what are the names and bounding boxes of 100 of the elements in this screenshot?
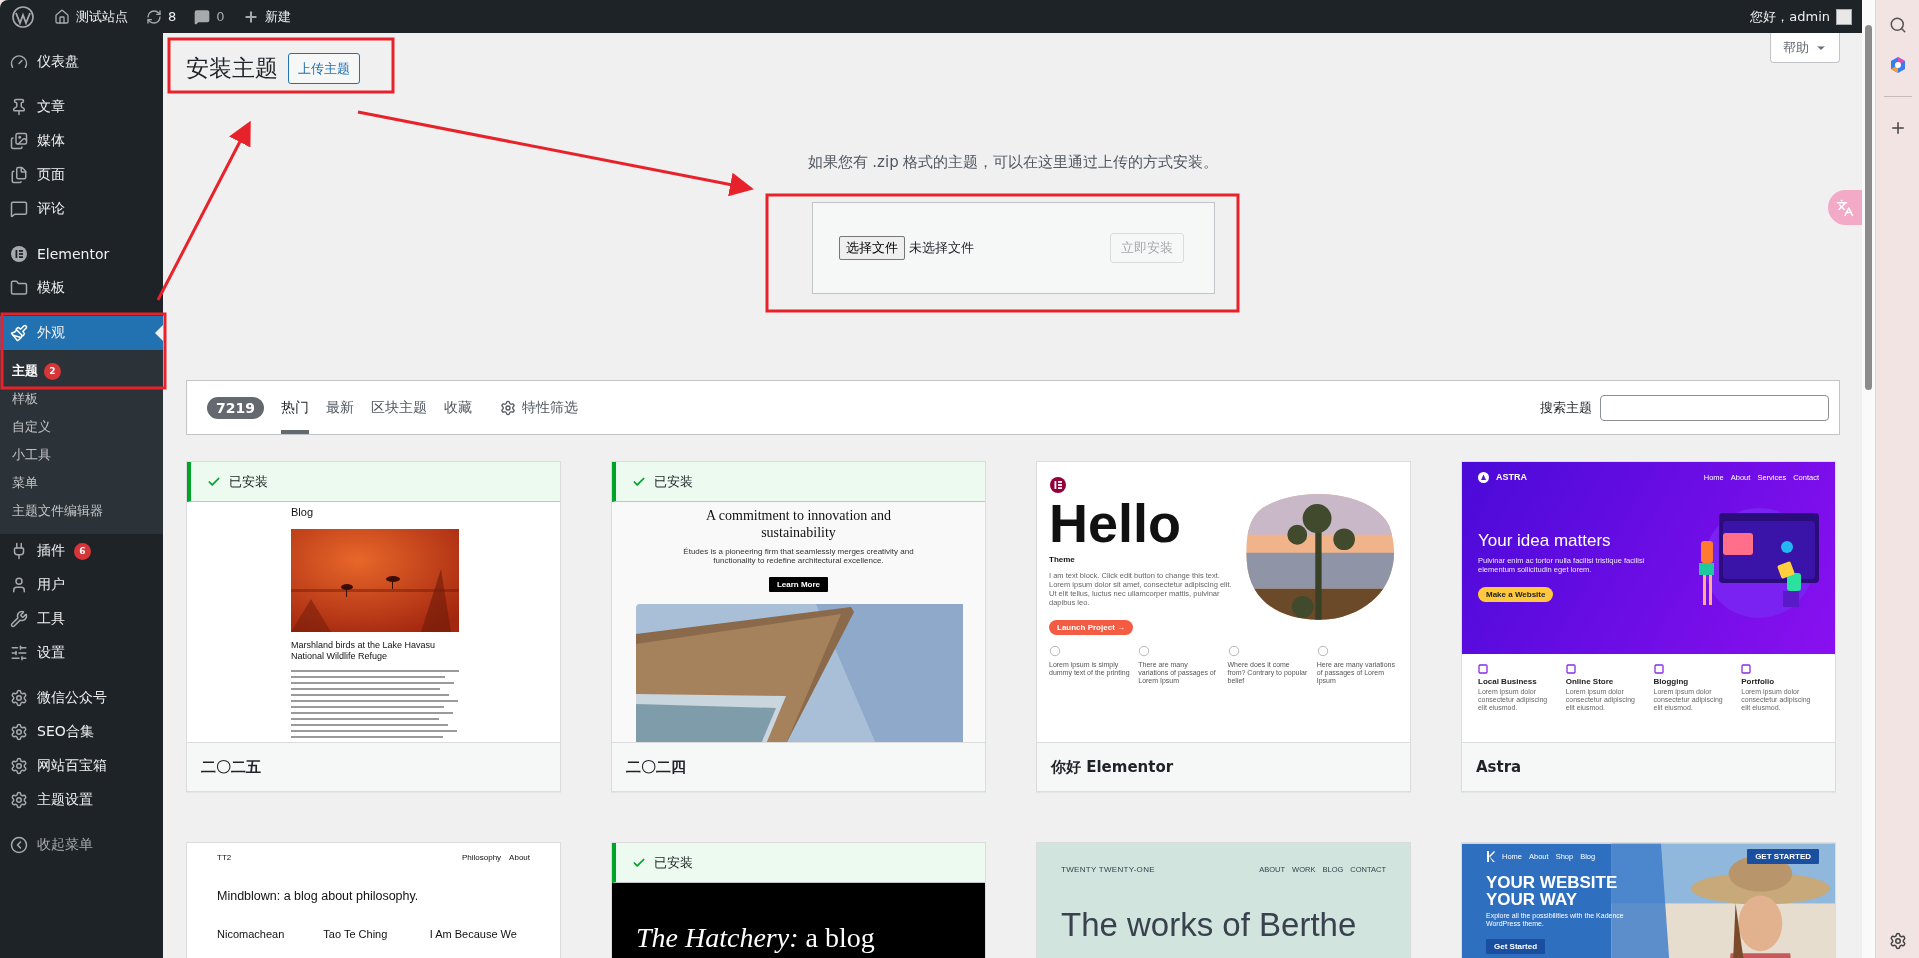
filter-tab[interactable]: 最新 bbox=[325, 381, 354, 434]
submenu-item[interactable]: 主题 2 bbox=[0, 357, 163, 385]
theme-card[interactable] bbox=[1036, 461, 1411, 792]
feature-icon bbox=[1049, 644, 1061, 657]
theme-card[interactable] bbox=[1461, 461, 1836, 792]
preview-logo: TT2 bbox=[217, 853, 232, 863]
folder-icon bbox=[10, 279, 28, 297]
sidebar-item[interactable]: 工具 bbox=[0, 602, 163, 636]
feature-icon bbox=[1478, 664, 1488, 674]
images-icon bbox=[10, 132, 28, 150]
sidebar-item[interactable]: 微信公众号 bbox=[0, 681, 163, 715]
preview-heading: YOUR WEBSITE YOUR WAY bbox=[1486, 874, 1619, 908]
upload-theme-button[interactable]: 上传主题 bbox=[288, 53, 360, 84]
gear-icon bbox=[499, 399, 516, 416]
preview-button: GET STARTED bbox=[1747, 849, 1819, 864]
theme-name: 二〇二四 bbox=[612, 742, 985, 791]
theme-name: 二〇二五 bbox=[187, 742, 560, 791]
greeting-link[interactable]: 您好，admin bbox=[1750, 7, 1830, 26]
search-field[interactable] bbox=[1600, 394, 1829, 421]
sidebar-item[interactable]: 插件 6 bbox=[0, 534, 163, 568]
choose-file-button[interactable]: 选择文件 bbox=[838, 236, 905, 260]
sidebar-item[interactable]: 评论 bbox=[0, 192, 163, 226]
theme-card[interactable]: Blog Marshland birds at the Lake Havasu National Wildlife Refuge 已安装 二〇二五 bbox=[186, 461, 561, 792]
site-name-link[interactable]: 测试站点 bbox=[54, 7, 128, 26]
search-label: 搜索主题 bbox=[1540, 398, 1592, 417]
sidebar-item[interactable]: 文章 bbox=[0, 90, 163, 124]
sidebar-item[interactable]: 主题设置 bbox=[0, 783, 163, 817]
comment-icon bbox=[10, 200, 28, 218]
submenu-item[interactable]: 小工具 bbox=[0, 441, 163, 469]
preview-logo: TWENTY TWENTY-ONE bbox=[1061, 865, 1155, 875]
preview-heading: Your idea matters bbox=[1478, 531, 1612, 552]
feature-filter-button[interactable]: 特性筛选 bbox=[499, 381, 578, 434]
upload-hint: 如果您有 .zip 格式的主题，可以在这里通过上传的方式安装。 bbox=[806, 153, 1220, 172]
sidebar-item[interactable]: 网站百宝箱 bbox=[0, 749, 163, 783]
collapse-icon bbox=[10, 836, 28, 854]
post-title: Nicomachean bbox=[217, 927, 286, 941]
sidebar-item[interactable]: 收起菜单 bbox=[0, 828, 163, 862]
preview-heading: Blog bbox=[291, 506, 315, 520]
paintbrush-icon bbox=[10, 324, 28, 342]
filter-tab[interactable]: 收藏 bbox=[443, 381, 472, 434]
preview-button: Launch Project → bbox=[1049, 619, 1133, 635]
installed-label: 已安装 bbox=[654, 853, 693, 872]
logo-icon bbox=[1478, 472, 1489, 483]
feature-title: Online Store bbox=[1565, 677, 1615, 687]
preview-button: Learn More bbox=[768, 576, 829, 592]
gear-icon bbox=[10, 689, 28, 707]
preview-subheading: Theme bbox=[1049, 555, 1076, 565]
sidebar-item[interactable]: 设置 bbox=[0, 636, 163, 670]
preview-heading: The works of Berthe bbox=[1061, 904, 1358, 945]
feature-title: Local Business bbox=[1478, 677, 1538, 687]
feature-icon bbox=[1227, 644, 1240, 657]
sidebar-item[interactable]: 页面 bbox=[0, 158, 163, 192]
sidebar-item[interactable]: Elementor bbox=[0, 237, 163, 271]
theme-name: 你好 Elementor bbox=[1037, 742, 1410, 791]
sidebar-item[interactable]: 用户 bbox=[0, 568, 163, 602]
feature-icon bbox=[1138, 644, 1151, 657]
submenu-item[interactable]: 菜单 bbox=[0, 469, 163, 497]
submenu-item[interactable]: 样板 bbox=[0, 385, 163, 413]
theme-name: Astra bbox=[1462, 742, 1835, 791]
filter-tab[interactable]: 热门 bbox=[280, 381, 309, 434]
avatar[interactable] bbox=[1836, 8, 1852, 25]
elementor-icon bbox=[10, 245, 28, 263]
logo-icon bbox=[1486, 851, 1495, 862]
theme-count: 7219 bbox=[207, 396, 264, 419]
new-link[interactable]: 新建 bbox=[242, 7, 291, 26]
sidebar-item[interactable]: 仪表盘 bbox=[0, 45, 163, 79]
plus-icon bbox=[242, 8, 259, 25]
theme-card[interactable]: A commitment to innovation and sustainability Études is a pioneering firm that seamlessly merges creativity and functionality to redefine architectural excellence. Learn More 已安装 二〇二四 bbox=[611, 461, 986, 792]
gear-icon bbox=[10, 757, 28, 775]
sidebar-item[interactable]: 媒体 bbox=[0, 124, 163, 158]
gear-icon bbox=[10, 791, 28, 809]
comments-link[interactable]: 0 bbox=[194, 8, 225, 25]
post-title: Tao Te Ching bbox=[323, 927, 389, 941]
count-badge: 2 bbox=[44, 362, 61, 380]
scroll-thumb[interactable] bbox=[1865, 25, 1872, 390]
installed-label: 已安装 bbox=[654, 472, 693, 491]
pin-icon bbox=[10, 98, 28, 116]
sidebar-item[interactable]: 外观 bbox=[0, 316, 163, 350]
sidebar-item[interactable]: 模板 bbox=[0, 271, 163, 305]
updates-link[interactable]: 8 bbox=[146, 8, 177, 25]
wordpress-logo-icon[interactable] bbox=[12, 5, 34, 28]
logo-icon bbox=[1049, 476, 1067, 494]
theme-card[interactable]: The Hatchery: a blog 已安装 bbox=[611, 842, 986, 958]
preview-heading: Mindblown: a blog about philosophy. bbox=[217, 888, 420, 904]
submenu-item[interactable]: 主题文件编辑器 bbox=[0, 497, 163, 525]
submenu-item[interactable]: 自定义 bbox=[0, 413, 163, 441]
pages-icon bbox=[10, 166, 28, 184]
feature-icon bbox=[1316, 644, 1329, 657]
preview-heading: The Hatchery: a blog bbox=[636, 921, 876, 955]
filter-tab[interactable]: 区块主题 bbox=[370, 381, 427, 434]
sliders-icon bbox=[10, 644, 28, 662]
scrollbar[interactable] bbox=[1862, 0, 1875, 958]
count-badge: 6 bbox=[74, 542, 91, 560]
preview-title: Marshland birds at the Lake Havasu National Wildlife Refuge bbox=[291, 640, 437, 662]
sidebar-item[interactable]: SEO合集 bbox=[0, 715, 163, 749]
help-button[interactable]: 帮助 bbox=[1770, 33, 1840, 63]
wrench-icon bbox=[10, 610, 28, 628]
preview-heading: Hello bbox=[1049, 496, 1183, 552]
theme-card[interactable]: TT2 Philosophy About Mindblown: a blog about philosophy. Nicomachean Tao Te Ching I Am Because We bbox=[186, 842, 561, 958]
current-pointer bbox=[155, 325, 163, 341]
